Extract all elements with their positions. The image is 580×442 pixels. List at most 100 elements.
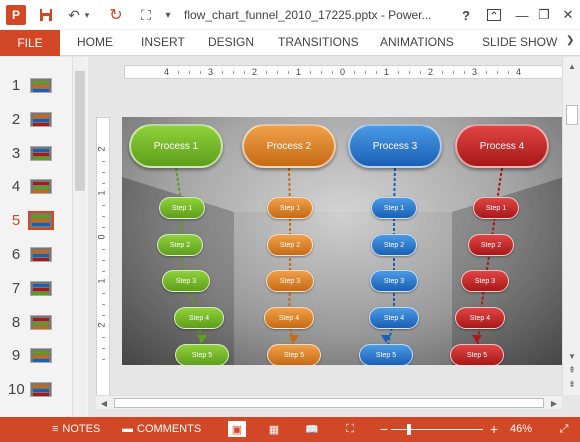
slide-thumbnail[interactable]: 9 — [0, 341, 72, 371]
save-icon[interactable] — [36, 5, 56, 25]
process-box[interactable]: Process 3 — [348, 124, 442, 168]
zoom-slider-knob[interactable] — [407, 424, 412, 435]
slide-thumbnail[interactable]: 5 — [0, 206, 72, 236]
ruler-tick — [189, 71, 190, 74]
zoom-slider[interactable] — [391, 429, 483, 430]
zoom-level[interactable]: 46% — [510, 423, 532, 435]
help-icon[interactable]: ? — [454, 4, 478, 26]
step-box[interactable]: Step 5 — [450, 344, 504, 365]
powerpoint-logo-icon[interactable]: P — [6, 5, 26, 25]
scroll-down-icon[interactable]: ▼ — [564, 349, 580, 363]
close-icon[interactable]: ✕ — [556, 4, 580, 26]
tab-slide-show[interactable]: SLIDE SHOW — [482, 35, 557, 49]
vertical-scrollbar[interactable]: ▲ ▼ ⇞ ⇟ — [562, 57, 580, 395]
slide-thumbnail-image[interactable] — [30, 247, 52, 262]
notes-icon: ≡ — [52, 423, 59, 435]
step-box[interactable]: Step 1 — [159, 197, 205, 219]
process-box[interactable]: Process 1 — [129, 124, 223, 168]
slide-thumbnail[interactable]: 7 — [0, 274, 72, 304]
ribbon-display-icon[interactable] — [482, 4, 506, 26]
tab-animations[interactable]: ANIMATIONS — [380, 35, 454, 49]
step-box[interactable]: Step 3 — [162, 270, 210, 292]
step-box[interactable]: Step 4 — [174, 307, 224, 329]
ruler-tick — [102, 161, 105, 162]
slide-thumbnail-image[interactable] — [30, 348, 52, 364]
minimize-icon[interactable]: — — [510, 4, 534, 26]
step-box[interactable]: Step 4 — [455, 307, 505, 329]
flow-arrowhead — [197, 335, 207, 343]
ruler-label: 2 — [96, 146, 107, 152]
slide-thumbnail[interactable]: 4 — [0, 172, 72, 202]
ruler-tick — [233, 71, 234, 74]
comments-button[interactable]: ▬ COMMENTS — [122, 423, 201, 435]
ruler-tick — [464, 71, 465, 74]
step-box[interactable]: Step 1 — [267, 197, 313, 219]
zoom-out-icon[interactable]: − — [376, 421, 392, 437]
step-box[interactable]: Step 3 — [370, 270, 418, 292]
slide-thumbnail[interactable]: 6 — [0, 240, 72, 270]
slide-thumbnail-image[interactable] — [30, 314, 52, 330]
thumbnails-scrollbar[interactable] — [72, 57, 86, 417]
present-from-start-icon[interactable]: ⛶ — [136, 5, 156, 25]
scroll-left-icon[interactable]: ◀ — [96, 396, 112, 410]
tab-insert[interactable]: INSERT — [141, 35, 185, 49]
file-tab[interactable]: FILE — [0, 30, 60, 56]
step-box[interactable]: Step 4 — [264, 307, 314, 329]
slide-thumbnail-image[interactable] — [30, 179, 52, 195]
next-slide-icon[interactable]: ⇟ — [564, 377, 580, 391]
previous-slide-icon[interactable]: ⇞ — [564, 363, 580, 377]
horizontal-scrollbar-thumb[interactable] — [114, 398, 544, 408]
slide-thumbnail-image[interactable] — [30, 280, 52, 296]
undo-icon[interactable]: ↶ — [64, 5, 84, 25]
slide-thumbnail[interactable]: 1 — [0, 71, 72, 101]
fit-slide-icon[interactable]: ⤢ — [556, 422, 572, 436]
step-box[interactable]: Step 2 — [468, 234, 514, 256]
step-box[interactable]: Step 2 — [371, 234, 417, 256]
reading-view-icon[interactable]: 📖 — [304, 422, 320, 436]
slide-thumbnail-image[interactable] — [30, 111, 52, 127]
tab-home[interactable]: HOME — [77, 35, 113, 49]
step-box[interactable]: Step 5 — [175, 344, 229, 365]
slide-show-icon[interactable]: ⛶ — [342, 422, 358, 436]
notes-button[interactable]: ≡ NOTES — [52, 423, 100, 435]
step-box[interactable]: Step 5 — [359, 344, 413, 365]
zoom-in-icon[interactable]: + — [486, 421, 502, 437]
step-box[interactable]: Step 2 — [157, 234, 203, 256]
slide-thumbnail-image[interactable] — [30, 145, 52, 161]
customize-toolbar-icon[interactable]: ▾ — [162, 5, 174, 25]
slide-thumbnail[interactable]: 3 — [0, 139, 72, 169]
ribbon-more-icon[interactable]: ❯ — [566, 35, 574, 46]
thumbnails-scrollbar-thumb[interactable] — [75, 71, 85, 191]
ruler-label: 2 — [96, 322, 107, 328]
slide-thumbnail-image[interactable] — [30, 78, 52, 93]
process-box[interactable]: Process 2 — [242, 124, 336, 168]
slide-sorter-icon[interactable]: ▦ — [266, 422, 282, 436]
ruler-label: 0 — [96, 234, 107, 240]
step-box[interactable]: Step 4 — [369, 307, 419, 329]
restore-icon[interactable]: ❐ — [532, 4, 556, 26]
step-box[interactable]: Step 1 — [473, 197, 519, 219]
slide-thumbnail[interactable]: 8 — [0, 308, 72, 338]
slide-thumbnail-image[interactable] — [28, 211, 54, 231]
undo-dropdown-icon[interactable]: ▾ — [82, 5, 92, 25]
step-box[interactable]: Step 3 — [266, 270, 314, 292]
ruler-tick — [288, 71, 289, 74]
scroll-up-icon[interactable]: ▲ — [564, 59, 580, 73]
horizontal-scrollbar[interactable]: ◀ ▶ — [96, 395, 562, 409]
step-box[interactable]: Step 3 — [461, 270, 509, 292]
vertical-scrollbar-thumb[interactable] — [566, 105, 578, 125]
tab-design[interactable]: DESIGN — [208, 35, 254, 49]
step-box[interactable]: Step 2 — [267, 234, 313, 256]
ruler-tick — [486, 71, 487, 74]
scroll-right-icon[interactable]: ▶ — [546, 396, 562, 410]
process-box[interactable]: Process 4 — [455, 124, 549, 168]
normal-view-icon[interactable]: ▣ — [228, 421, 246, 437]
slide-thumbnail[interactable]: 2 — [0, 105, 72, 135]
slide-thumbnail-image[interactable] — [30, 382, 52, 398]
slide-canvas[interactable]: Process 1 Step 1 Step 2 Step 3 Step 4 Step 5 P… — [122, 117, 564, 365]
redo-icon[interactable]: ↻ — [106, 5, 126, 25]
slide-thumbnail[interactable]: 10 — [0, 375, 72, 405]
step-box[interactable]: Step 1 — [371, 197, 417, 219]
tab-transitions[interactable]: TRANSITIONS — [278, 35, 359, 49]
step-box[interactable]: Step 5 — [267, 344, 321, 365]
